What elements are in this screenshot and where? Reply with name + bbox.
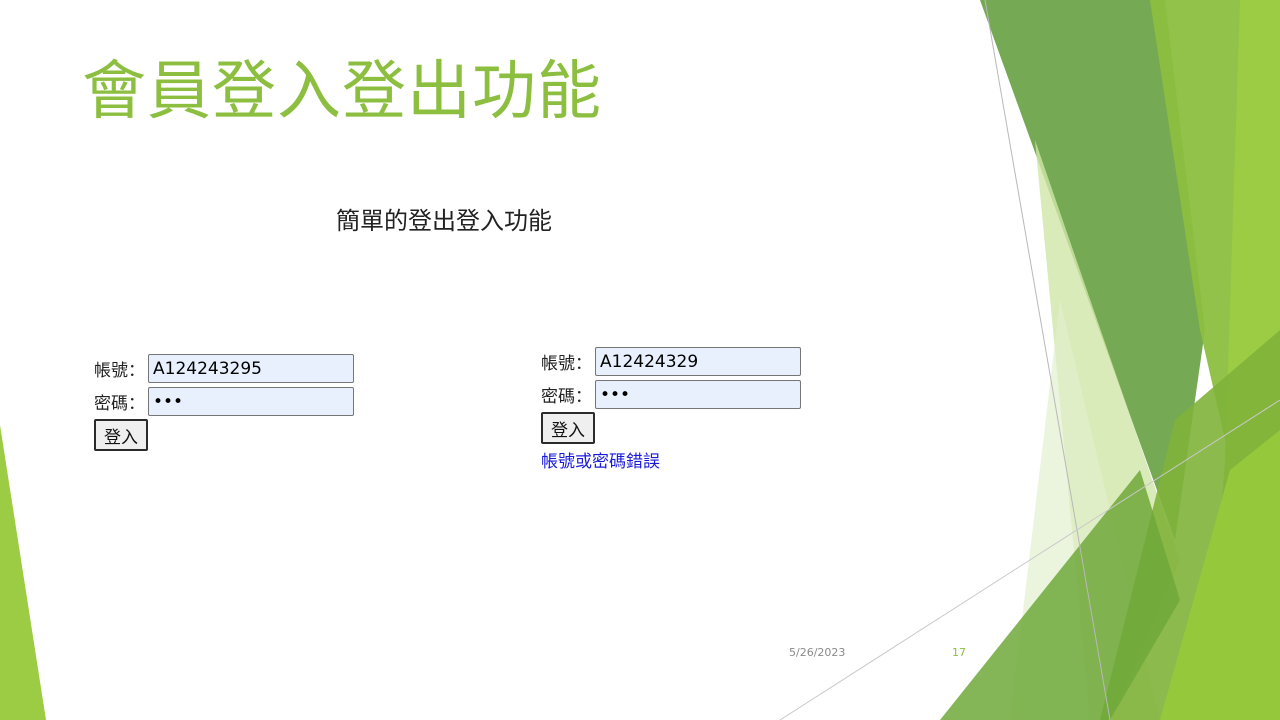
error-message: 帳號或密碼錯誤 bbox=[541, 452, 660, 472]
account-row: 帳號： bbox=[94, 352, 354, 385]
account-label: 帳號： bbox=[541, 354, 592, 374]
account-input[interactable] bbox=[148, 354, 354, 383]
password-input[interactable] bbox=[595, 380, 801, 409]
slide-date: 5/26/2023 bbox=[789, 646, 846, 659]
login-button[interactable]: 登入 bbox=[94, 419, 148, 451]
slide-title: 會員登入登出功能 bbox=[82, 55, 602, 129]
account-row: 帳號： bbox=[541, 345, 801, 378]
password-row: 密碼： bbox=[541, 378, 801, 411]
password-label: 密碼： bbox=[541, 387, 592, 407]
password-label: 密碼： bbox=[94, 394, 145, 414]
login-form-left: 帳號： 密碼： 登入 bbox=[94, 352, 354, 451]
login-button[interactable]: 登入 bbox=[541, 412, 595, 444]
slide-page-number: 17 bbox=[952, 646, 966, 659]
account-label: 帳號： bbox=[94, 361, 145, 381]
password-input[interactable] bbox=[148, 387, 354, 416]
password-row: 密碼： bbox=[94, 385, 354, 418]
login-form-right: 帳號： 密碼： 登入 帳號或密碼錯誤 bbox=[541, 345, 801, 472]
slide-subtitle: 簡單的登出登入功能 bbox=[336, 207, 552, 235]
account-input[interactable] bbox=[595, 347, 801, 376]
